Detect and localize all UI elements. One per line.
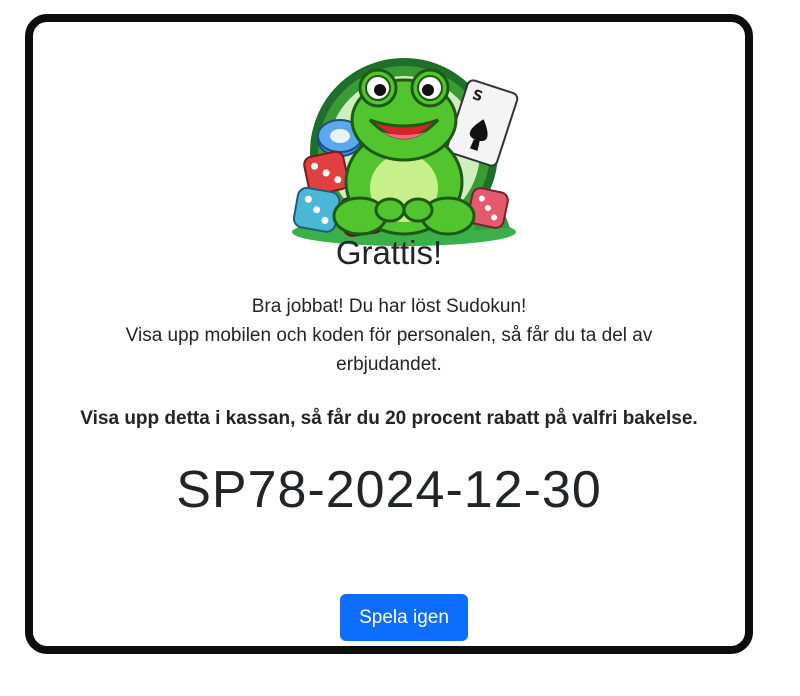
frog-mascot-icon: S [292,58,519,246]
message-line-1: Bra jobbat! Du har löst Sudokun! [251,296,527,317]
page-title: Grattis! [335,234,443,271]
message-line-2: Visa upp mobilen och koden för personale… [125,325,653,375]
congrats-card: S Grattis! Bra jobbat! Du har löst Sudok… [25,14,753,654]
congrats-message: Bra jobbat! Du har löst Sudokun! Visa up… [93,292,685,379]
offer-text: Visa upp detta i kassan, så får du 20 pr… [80,408,698,429]
discount-code: SP78-2024-12-30 [176,461,602,519]
play-again-button[interactable]: Spela igen [340,594,468,641]
